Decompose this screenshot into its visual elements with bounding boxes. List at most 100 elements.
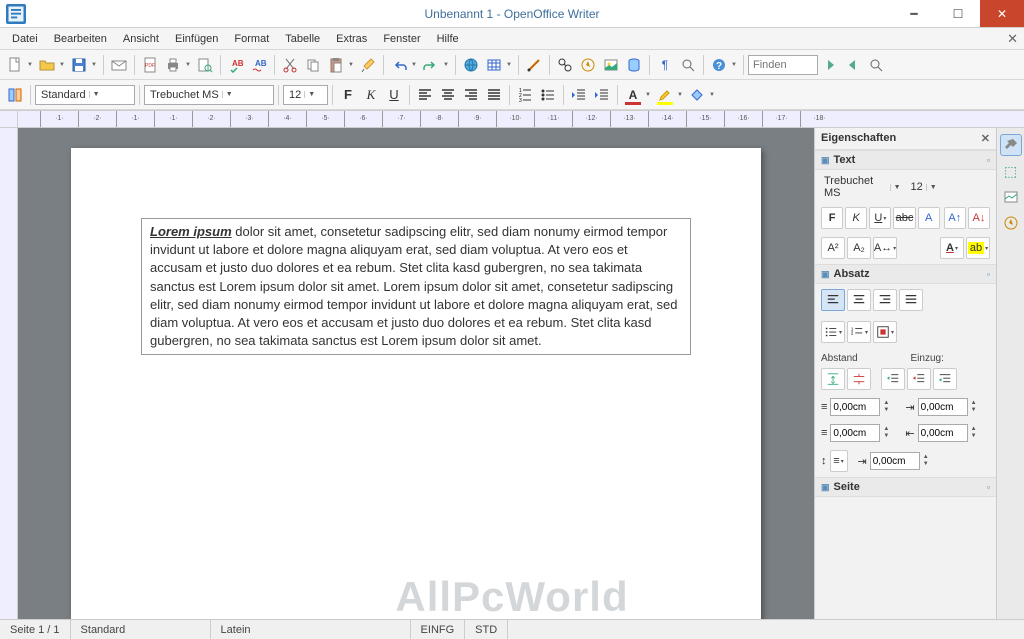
- sb-strike-icon[interactable]: abc: [893, 207, 915, 229]
- indent-right-field[interactable]: ⇤▲▼: [905, 424, 982, 442]
- status-insert[interactable]: EINFG: [411, 620, 466, 639]
- paragraph-style-combo[interactable]: Standard▼: [35, 85, 135, 105]
- menu-extras[interactable]: Extras: [328, 31, 375, 47]
- help-icon[interactable]: ?: [708, 54, 730, 76]
- panel-text-head[interactable]: ▣Text▫: [815, 150, 996, 170]
- styles-window-icon[interactable]: [4, 84, 26, 106]
- open-icon[interactable]: [36, 54, 58, 76]
- zoom-icon[interactable]: [677, 54, 699, 76]
- status-page[interactable]: Seite 1 / 1: [0, 620, 71, 639]
- sb-font-name[interactable]: Trebuchet MS▼: [821, 175, 904, 199]
- undo-icon[interactable]: [388, 54, 410, 76]
- sb-inc-space-icon[interactable]: [821, 368, 845, 390]
- cut-icon[interactable]: [279, 54, 301, 76]
- numbered-list-icon[interactable]: 123: [514, 84, 536, 106]
- find-all-icon[interactable]: [865, 54, 887, 76]
- doc-title-phrase[interactable]: Lorem ipsum: [150, 224, 232, 239]
- menu-ansicht[interactable]: Ansicht: [115, 31, 167, 47]
- italic-icon[interactable]: K: [360, 84, 382, 106]
- table-icon[interactable]: [483, 54, 505, 76]
- redo-icon[interactable]: [420, 54, 442, 76]
- sb-bullets-icon[interactable]: ▾: [821, 321, 845, 343]
- email-icon[interactable]: [108, 54, 130, 76]
- find-replace-icon[interactable]: [554, 54, 576, 76]
- highlight-icon[interactable]: [654, 84, 676, 106]
- datasource-icon[interactable]: [623, 54, 645, 76]
- decrease-indent-icon[interactable]: [568, 84, 590, 106]
- panel-absatz-head[interactable]: ▣Absatz▫: [815, 264, 996, 284]
- text-frame[interactable]: Lorem ipsum dolor sit amet, consetetur s…: [141, 218, 691, 355]
- sb-hanging-indent-icon[interactable]: [933, 368, 957, 390]
- sb-align-left-icon[interactable]: [821, 289, 845, 311]
- sb-highlight-icon[interactable]: ab▾: [966, 237, 990, 259]
- sb-dec-indent-icon[interactable]: [907, 368, 931, 390]
- menu-tabelle[interactable]: Tabelle: [277, 31, 328, 47]
- menu-datei[interactable]: Datei: [4, 31, 46, 47]
- sb-bgcolor-icon[interactable]: ▾: [873, 321, 897, 343]
- sidebar-tab-properties-icon[interactable]: [1000, 134, 1022, 156]
- align-justify-icon[interactable]: [483, 84, 505, 106]
- print-preview-icon[interactable]: [194, 54, 216, 76]
- font-name-combo[interactable]: Trebuchet MS▼: [144, 85, 274, 105]
- sb-superscript-icon[interactable]: A²: [821, 237, 845, 259]
- space-above-field[interactable]: ≡▲▼: [821, 398, 895, 416]
- indent-left-field[interactable]: ⇥▲▼: [905, 398, 982, 416]
- doc-body-text[interactable]: dolor sit amet, consetetur sadipscing el…: [150, 224, 678, 348]
- pdf-export-icon[interactable]: PDF: [139, 54, 161, 76]
- format-paintbrush-icon[interactable]: [357, 54, 379, 76]
- new-icon[interactable]: [4, 54, 26, 76]
- close-document-icon[interactable]: ✕: [1007, 31, 1018, 47]
- first-line-indent-field[interactable]: ⇥▲▼: [858, 450, 935, 472]
- sb-font-size[interactable]: 12▼: [908, 181, 991, 193]
- page[interactable]: Lorem ipsum dolor sit amet, consetetur s…: [71, 148, 761, 619]
- sidebar-close-icon[interactable]: ✕: [981, 132, 990, 145]
- sb-shadow-icon[interactable]: A: [918, 207, 940, 229]
- bg-color-icon[interactable]: [686, 84, 708, 106]
- sidebar-tab-styles-icon[interactable]: ⬚: [1000, 160, 1022, 182]
- menu-hilfe[interactable]: Hilfe: [429, 31, 467, 47]
- menu-format[interactable]: Format: [226, 31, 277, 47]
- status-lang[interactable]: Latein: [211, 620, 411, 639]
- navigator-icon[interactable]: [577, 54, 599, 76]
- find-input[interactable]: [748, 55, 818, 75]
- bold-icon[interactable]: F: [337, 84, 359, 106]
- hyperlink-icon[interactable]: [460, 54, 482, 76]
- horizontal-ruler[interactable]: ·1··2··1··1··2··3··4··5··6··7··8··9··10·…: [0, 110, 1024, 128]
- sb-shrink-font-icon[interactable]: A↓: [968, 207, 990, 229]
- bullet-list-icon[interactable]: [537, 84, 559, 106]
- menu-bearbeiten[interactable]: Bearbeiten: [46, 31, 115, 47]
- sb-subscript-icon[interactable]: A₂: [847, 237, 871, 259]
- sb-italic-icon[interactable]: K: [845, 207, 867, 229]
- copy-icon[interactable]: [302, 54, 324, 76]
- status-std[interactable]: STD: [465, 620, 508, 639]
- sb-inc-indent-icon[interactable]: [881, 368, 905, 390]
- sb-underline-icon[interactable]: U▾: [869, 207, 891, 229]
- menu-fenster[interactable]: Fenster: [375, 31, 428, 47]
- increase-indent-icon[interactable]: [591, 84, 613, 106]
- sb-spacing-icon[interactable]: A↔▾: [873, 237, 897, 259]
- font-size-combo[interactable]: 12▼: [283, 85, 328, 105]
- align-left-icon[interactable]: [414, 84, 436, 106]
- sb-dec-space-icon[interactable]: [847, 368, 871, 390]
- show-draw-icon[interactable]: [523, 54, 545, 76]
- find-prev-icon[interactable]: [842, 54, 864, 76]
- gallery-icon[interactable]: [600, 54, 622, 76]
- spellcheck-icon[interactable]: ABC: [225, 54, 247, 76]
- sb-numbering-icon[interactable]: 12▾: [847, 321, 871, 343]
- sb-fontcolor-icon[interactable]: A▾: [940, 237, 964, 259]
- menu-einfuegen[interactable]: Einfügen: [167, 31, 226, 47]
- sidebar-tab-navigator-icon[interactable]: [1000, 212, 1022, 234]
- find-next-icon[interactable]: [819, 54, 841, 76]
- minimize-button[interactable]: ━: [892, 0, 936, 27]
- auto-spellcheck-icon[interactable]: ABC: [248, 54, 270, 76]
- page-scroll[interactable]: Lorem ipsum dolor sit amet, consetetur s…: [18, 128, 814, 619]
- status-style[interactable]: Standard: [71, 620, 211, 639]
- nonprinting-chars-icon[interactable]: ¶: [654, 54, 676, 76]
- line-spacing-field[interactable]: ↕≡▾: [821, 450, 848, 472]
- save-icon[interactable]: [68, 54, 90, 76]
- align-right-icon[interactable]: [460, 84, 482, 106]
- print-icon[interactable]: [162, 54, 184, 76]
- sb-align-right-icon[interactable]: [873, 289, 897, 311]
- sb-align-center-icon[interactable]: [847, 289, 871, 311]
- maximize-button[interactable]: ☐: [936, 0, 980, 27]
